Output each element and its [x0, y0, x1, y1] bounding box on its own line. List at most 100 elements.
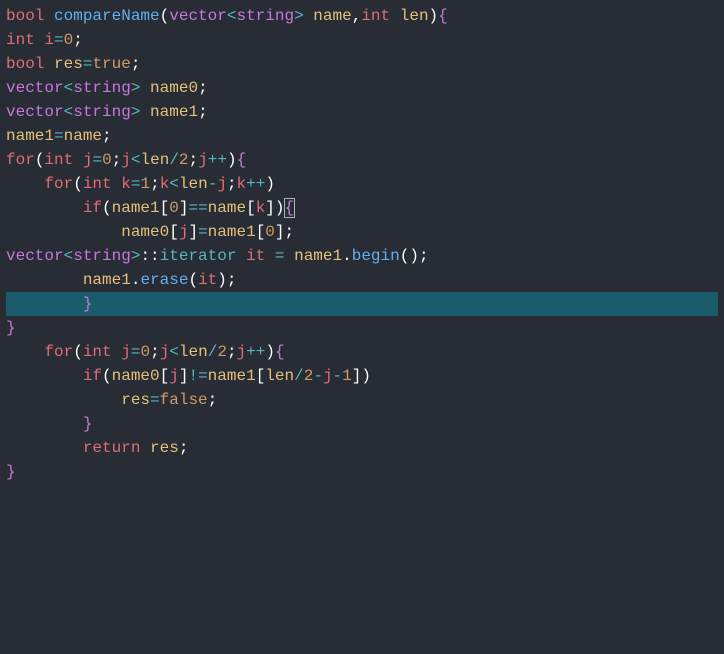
code-token	[140, 103, 150, 121]
code-token: }	[6, 463, 16, 481]
code-token: }	[6, 319, 16, 337]
code-token: string	[236, 7, 294, 25]
code-token: <	[64, 103, 74, 121]
code-token: =	[150, 391, 160, 409]
code-line[interactable]: }	[6, 460, 718, 484]
code-token: ++	[246, 343, 265, 361]
code-token: erase	[140, 271, 188, 289]
code-token: int	[361, 7, 390, 25]
code-token: name1	[6, 127, 54, 145]
code-token: >	[131, 247, 141, 265]
code-token	[6, 295, 83, 313]
code-token: j	[237, 343, 247, 361]
code-token: for	[44, 175, 73, 193]
code-token: (	[160, 7, 170, 25]
code-token: (	[188, 271, 198, 289]
code-token: =	[198, 223, 208, 241]
code-token: [	[256, 367, 266, 385]
code-line[interactable]: int i=0;	[6, 28, 718, 52]
code-token: vector	[6, 79, 64, 97]
code-line[interactable]: }	[6, 412, 718, 436]
code-token: len	[179, 175, 208, 193]
code-token: ]	[352, 367, 362, 385]
code-token: =	[54, 31, 64, 49]
code-token: ]	[188, 223, 198, 241]
code-line[interactable]: name1=name;	[6, 124, 718, 148]
code-token	[6, 271, 83, 289]
code-token: bool	[6, 7, 44, 25]
code-line[interactable]: for(int j=0;j<len/2;j++){	[6, 340, 718, 364]
code-token: ++	[246, 175, 265, 193]
code-token: >	[131, 79, 141, 97]
code-token: j	[160, 343, 170, 361]
code-token: )	[429, 7, 439, 25]
code-line[interactable]: name1.erase(it);	[6, 268, 718, 292]
code-line[interactable]: for(int k=1;k<len-j;k++)	[6, 172, 718, 196]
code-token: k	[121, 175, 131, 193]
code-token: /	[208, 343, 218, 361]
code-token: -	[208, 175, 218, 193]
code-token: j	[217, 175, 227, 193]
code-token: ;	[102, 127, 112, 145]
code-line[interactable]: return res;	[6, 436, 718, 460]
code-token: res	[54, 55, 83, 73]
code-line[interactable]: }	[6, 292, 718, 316]
code-token: ;	[285, 223, 295, 241]
code-line[interactable]: if(name1[0]==name[k]){	[6, 196, 718, 220]
code-token: int	[83, 343, 112, 361]
code-token: vector	[6, 247, 64, 265]
code-token: j	[198, 151, 208, 169]
code-token: ()	[400, 247, 419, 265]
code-token: 1	[342, 367, 352, 385]
code-line[interactable]: name0[j]=name1[0];	[6, 220, 718, 244]
code-editor[interactable]: bool compareName(vector<string> name,int…	[0, 0, 724, 488]
code-token: [	[160, 367, 170, 385]
code-token: vector	[6, 103, 64, 121]
code-token: !=	[188, 367, 207, 385]
code-token: 0	[102, 151, 112, 169]
code-token: res	[150, 439, 179, 457]
code-token: (	[73, 343, 83, 361]
code-line[interactable]: res=false;	[6, 388, 718, 412]
code-token: )	[265, 343, 275, 361]
code-line[interactable]: vector<string> name1;	[6, 100, 718, 124]
code-token: begin	[352, 247, 400, 265]
code-token	[6, 199, 83, 217]
code-line[interactable]: }	[6, 316, 718, 340]
code-token: 0	[64, 31, 74, 49]
code-token: 2	[304, 367, 314, 385]
code-line[interactable]: bool res=true;	[6, 52, 718, 76]
code-token: int	[83, 175, 112, 193]
code-line[interactable]: for(int j=0;j<len/2;j++){	[6, 148, 718, 172]
code-token: (	[35, 151, 45, 169]
code-token: len	[400, 7, 429, 25]
code-token: j	[169, 367, 179, 385]
code-token: ;	[198, 103, 208, 121]
code-token: ++	[208, 151, 227, 169]
code-token: name1	[208, 223, 256, 241]
code-token: {	[284, 198, 296, 218]
code-token	[44, 55, 54, 73]
code-token: 0	[265, 223, 275, 241]
code-token: /	[169, 151, 179, 169]
code-token: ;	[227, 271, 237, 289]
code-token: ;	[419, 247, 429, 265]
code-token: [	[256, 223, 266, 241]
code-line[interactable]: bool compareName(vector<string> name,int…	[6, 4, 718, 28]
code-token: ]	[275, 223, 285, 241]
code-token: bool	[6, 55, 44, 73]
code-token: {	[438, 7, 448, 25]
code-token: for	[44, 343, 73, 361]
code-token: len	[141, 151, 170, 169]
code-line[interactable]: vector<string> name0;	[6, 76, 718, 100]
code-token: name1	[150, 103, 198, 121]
code-line[interactable]: if(name0[j]!=name1[len/2-j-1])	[6, 364, 718, 388]
code-token	[236, 247, 246, 265]
code-token: {	[275, 343, 285, 361]
code-token: ,	[352, 7, 362, 25]
code-line[interactable]: vector<string>::iterator it = name1.begi…	[6, 244, 718, 268]
code-token: -	[313, 367, 323, 385]
code-token: i	[44, 31, 54, 49]
code-token: ;	[150, 175, 160, 193]
code-token	[140, 79, 150, 97]
